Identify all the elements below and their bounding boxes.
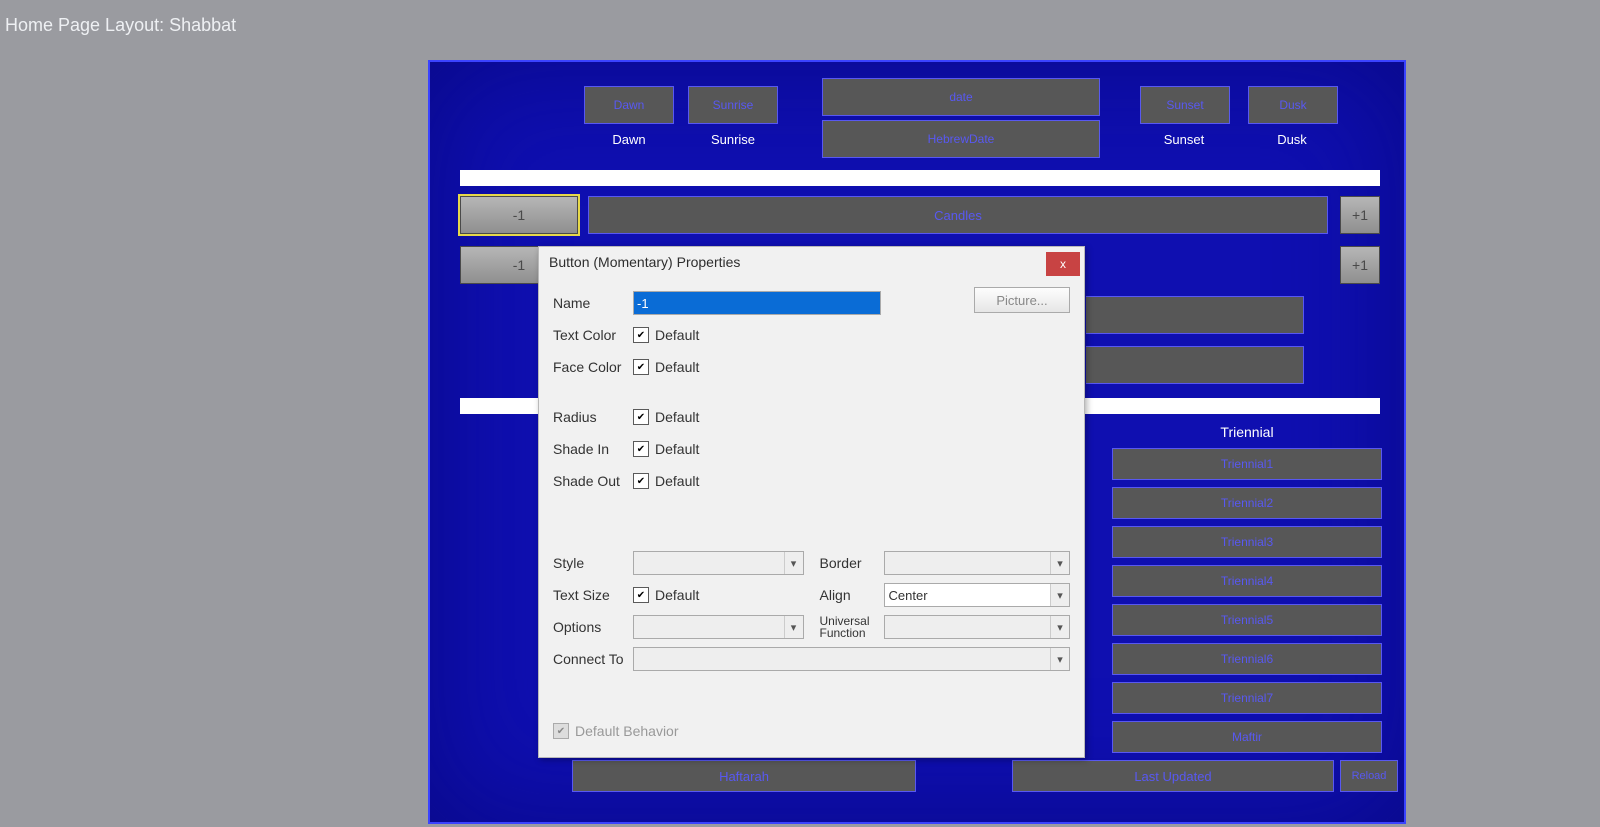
style-label: Style [553, 555, 633, 571]
triennial-item[interactable]: Triennial5 [1112, 604, 1382, 636]
connect-to-combo[interactable] [633, 647, 1070, 671]
align-label: Align [820, 587, 884, 603]
triennial-item[interactable]: Triennial6 [1112, 643, 1382, 675]
dropdown-icon [784, 552, 803, 574]
universal-function-label: Universal Function [820, 615, 884, 639]
connect-to-label: Connect To [553, 651, 633, 667]
shade-in-default-checkbox[interactable] [633, 441, 649, 457]
border-label: Border [820, 555, 884, 571]
default-text: Default [655, 409, 699, 425]
dropdown-icon [1050, 648, 1069, 670]
row-4[interactable] [1086, 346, 1304, 384]
dropdown-icon [1050, 584, 1069, 606]
haftarah-button[interactable]: Haftarah [572, 760, 916, 792]
dropdown-icon [1050, 552, 1069, 574]
text-color-default-checkbox[interactable] [633, 327, 649, 343]
default-behavior-checkbox [553, 723, 569, 739]
dawn-button[interactable]: Dawn [584, 86, 674, 124]
shade-in-label: Shade In [553, 441, 633, 457]
text-size-label: Text Size [553, 587, 633, 603]
plus-button-2[interactable]: +1 [1340, 246, 1380, 284]
default-text: Default [655, 441, 699, 457]
reload-button[interactable]: Reload [1340, 760, 1398, 792]
last-updated-button[interactable]: Last Updated [1012, 760, 1334, 792]
text-size-default-checkbox[interactable] [633, 587, 649, 603]
name-input[interactable] [633, 291, 881, 315]
default-text: Default [655, 587, 699, 603]
triennial-item[interactable]: Maftir [1112, 721, 1382, 753]
shade-out-label: Shade Out [553, 473, 633, 489]
hebrew-date-button[interactable]: HebrewDate [822, 120, 1100, 158]
triennial-list: Triennial1 Triennial2 Triennial3 Trienni… [1112, 448, 1382, 760]
dialog-titlebar[interactable]: Button (Momentary) Properties x [539, 247, 1084, 277]
sunset-label: Sunset [1134, 132, 1234, 147]
radius-label: Radius [553, 409, 633, 425]
style-combo[interactable] [633, 551, 804, 575]
sunset-button[interactable]: Sunset [1140, 86, 1230, 124]
default-behavior-label: Default Behavior [575, 723, 679, 739]
universal-function-combo[interactable] [884, 615, 1071, 639]
row-3[interactable] [1086, 296, 1304, 334]
plus-button-1[interactable]: +1 [1340, 196, 1380, 234]
candles-button[interactable]: Candles [588, 196, 1328, 234]
sunrise-button[interactable]: Sunrise [688, 86, 778, 124]
shade-out-default-checkbox[interactable] [633, 473, 649, 489]
options-combo[interactable] [633, 615, 804, 639]
triennial-item[interactable]: Triennial1 [1112, 448, 1382, 480]
close-button[interactable]: x [1046, 252, 1080, 276]
default-text: Default [655, 359, 699, 375]
date-button[interactable]: date [822, 78, 1100, 116]
dusk-button[interactable]: Dusk [1248, 86, 1338, 124]
default-behavior-row: Default Behavior [553, 723, 679, 739]
dialog-title: Button (Momentary) Properties [539, 254, 740, 270]
triennial-item[interactable]: Triennial2 [1112, 487, 1382, 519]
minus-button-1[interactable]: -1 [460, 196, 578, 234]
align-value: Center [889, 588, 928, 603]
face-color-label: Face Color [553, 359, 633, 375]
options-label: Options [553, 619, 633, 635]
name-label: Name [553, 295, 633, 311]
dusk-label: Dusk [1242, 132, 1342, 147]
align-combo[interactable]: Center [884, 583, 1071, 607]
triennial-item[interactable]: Triennial4 [1112, 565, 1382, 597]
text-color-label: Text Color [553, 327, 633, 343]
border-combo[interactable] [884, 551, 1071, 575]
triennial-header: Triennial [1112, 424, 1382, 440]
triennial-item[interactable]: Triennial7 [1112, 682, 1382, 714]
divider-bar-1 [460, 170, 1380, 186]
dropdown-icon [784, 616, 803, 638]
face-color-default-checkbox[interactable] [633, 359, 649, 375]
default-text: Default [655, 473, 699, 489]
sunrise-label: Sunrise [683, 132, 783, 147]
dawn-label: Dawn [554, 132, 704, 147]
radius-default-checkbox[interactable] [633, 409, 649, 425]
default-text: Default [655, 327, 699, 343]
page-title: Home Page Layout: Shabbat [5, 15, 236, 36]
dropdown-icon [1050, 616, 1069, 638]
picture-button[interactable]: Picture... [974, 287, 1070, 313]
triennial-item[interactable]: Triennial3 [1112, 526, 1382, 558]
properties-dialog: Button (Momentary) Properties x Picture.… [538, 246, 1085, 758]
